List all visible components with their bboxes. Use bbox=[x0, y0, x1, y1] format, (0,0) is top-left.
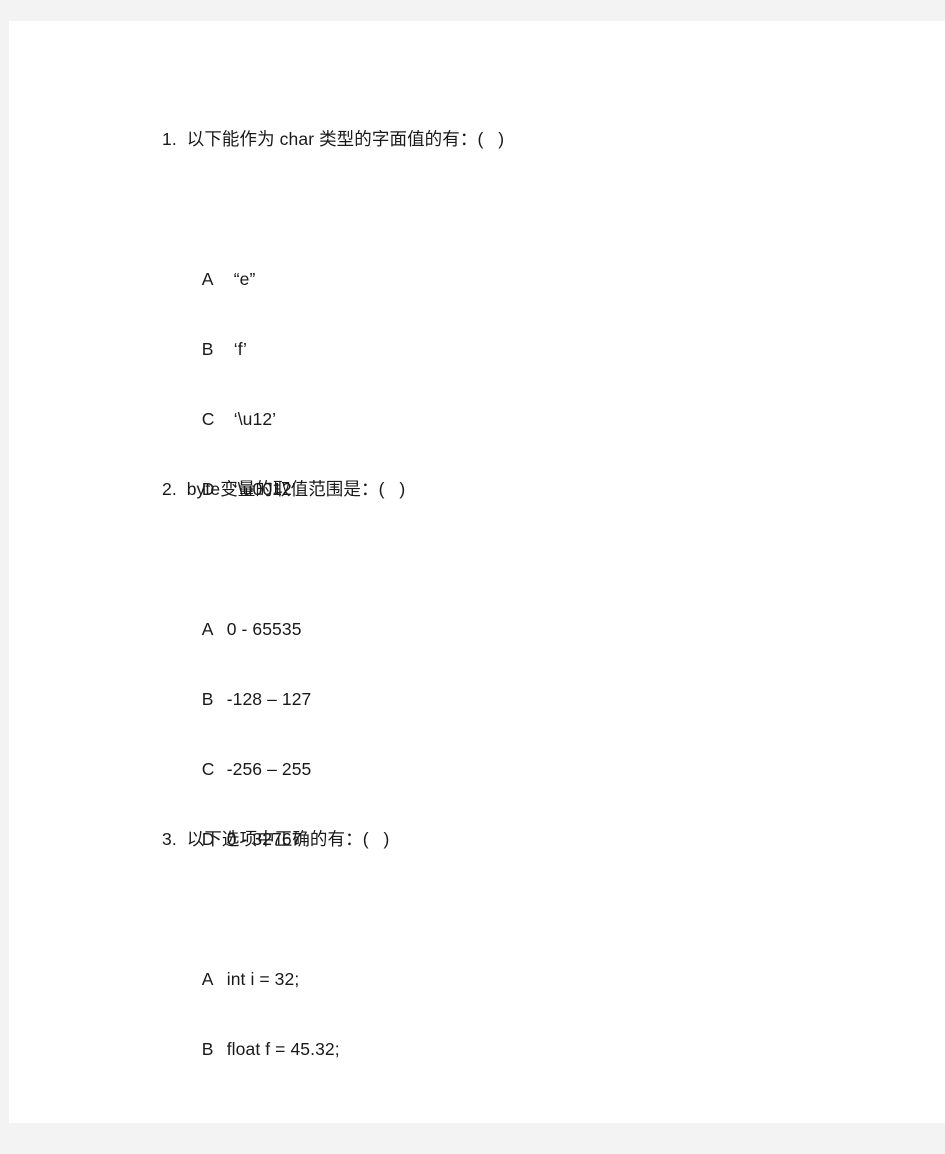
option-value: int i = 32; bbox=[226, 969, 300, 989]
option-row[interactable]: C ‘\u12’ bbox=[162, 314, 862, 429]
option-value: 0 - 65535 bbox=[226, 619, 302, 639]
option-value: ‘f’ bbox=[233, 339, 247, 359]
option-row[interactable]: B ‘f’ bbox=[162, 244, 862, 359]
question-block: 3. 以下选项中正确的有：( ) Aint i = 32; Bfloat f =… bbox=[162, 804, 862, 1059]
question-stem: 2. byte变量的取值范围是：( ) bbox=[162, 479, 406, 499]
option-letter: C bbox=[201, 759, 215, 779]
option-row[interactable]: A 0 - 65535 bbox=[162, 524, 862, 639]
option-letter: B bbox=[201, 1039, 214, 1059]
question-stem: 3. 以下选项中正确的有：( ) bbox=[162, 829, 390, 849]
question-block: 2. byte变量的取值范围是：( ) A 0 - 65535 B -128 – 1… bbox=[162, 454, 862, 849]
option-letter: C bbox=[201, 409, 215, 429]
question-block: 1. 以下能作为 char 类型的字面值的有：( ) A “e” B ‘f’ C ‘\… bbox=[162, 104, 862, 499]
option-row[interactable]: A “e” bbox=[162, 174, 862, 289]
option-letter: A bbox=[201, 619, 214, 639]
option-value: “e” bbox=[233, 269, 256, 289]
document-body: 1. 以下能作为 char 类型的字面值的有：( ) A “e” B ‘f’ C ‘\… bbox=[162, 104, 862, 1059]
document-page: 1. 以下能作为 char 类型的字面值的有：( ) A “e” B ‘f’ C ‘\… bbox=[9, 21, 945, 1123]
question-stem: 1. 以下能作为 char 类型的字面值的有：( ) bbox=[162, 129, 505, 149]
option-value: float f = 45.32; bbox=[226, 1039, 340, 1059]
option-letter: B bbox=[201, 689, 214, 709]
option-letter: A bbox=[201, 969, 214, 989]
option-value: ‘\u12’ bbox=[233, 409, 277, 429]
option-value: -256 – 255 bbox=[226, 759, 312, 779]
option-row[interactable]: Aint i = 32; bbox=[162, 874, 862, 989]
option-letter: B bbox=[201, 339, 214, 359]
option-letter: A bbox=[201, 269, 214, 289]
option-value: -128 – 127 bbox=[226, 689, 312, 709]
